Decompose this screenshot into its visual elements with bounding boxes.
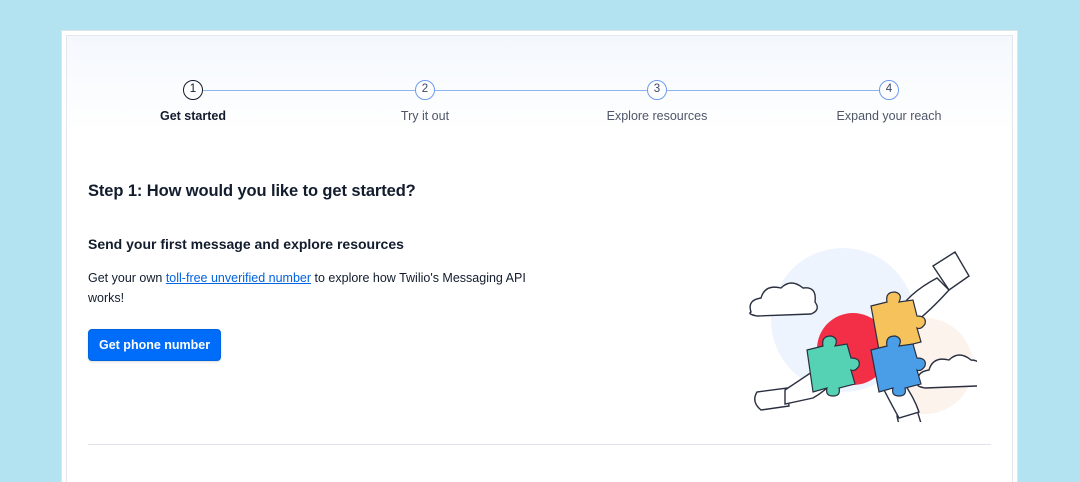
step-number-circle: 3: [647, 80, 667, 100]
get-phone-number-button[interactable]: Get phone number: [88, 329, 222, 361]
step-get-started[interactable]: 1 Get started: [103, 80, 283, 123]
section-divider: [88, 444, 991, 445]
progress-stepper: 1 Get started 2 Try it out 3 Explore res…: [67, 36, 1012, 146]
step-explore-resources[interactable]: 3 Explore resources: [567, 80, 747, 123]
section-subtitle: Send your first message and explore reso…: [88, 236, 404, 252]
stepper-line: [193, 90, 889, 91]
sleeve-cuff: [754, 387, 790, 411]
step-expand-your-reach[interactable]: 4 Expand your reach: [799, 80, 979, 123]
step-try-it-out[interactable]: 2 Try it out: [335, 80, 515, 123]
step-content: Step 1: How would you like to get starte…: [88, 182, 548, 361]
step-label: Get started: [160, 109, 226, 123]
step-number-circle: 2: [415, 80, 435, 100]
cloud-icon: [749, 282, 818, 317]
toll-free-number-link[interactable]: toll-free unverified number: [166, 271, 311, 285]
page-title: Step 1: How would you like to get starte…: [88, 182, 416, 200]
step-number-circle: 4: [879, 80, 899, 100]
step-label: Expand your reach: [836, 109, 942, 123]
onboarding-panel: 1 Get started 2 Try it out 3 Explore res…: [66, 35, 1013, 482]
description-text: Get your own: [88, 271, 166, 285]
step-number-circle: 1: [183, 80, 203, 100]
step-label: Explore resources: [606, 109, 708, 123]
section-description: Get your own toll-free unverified number…: [88, 268, 548, 308]
puzzle-hands-illustration-icon: [749, 248, 977, 422]
step-label: Try it out: [400, 109, 450, 123]
onboarding-card: 1 Get started 2 Try it out 3 Explore res…: [61, 30, 1018, 482]
